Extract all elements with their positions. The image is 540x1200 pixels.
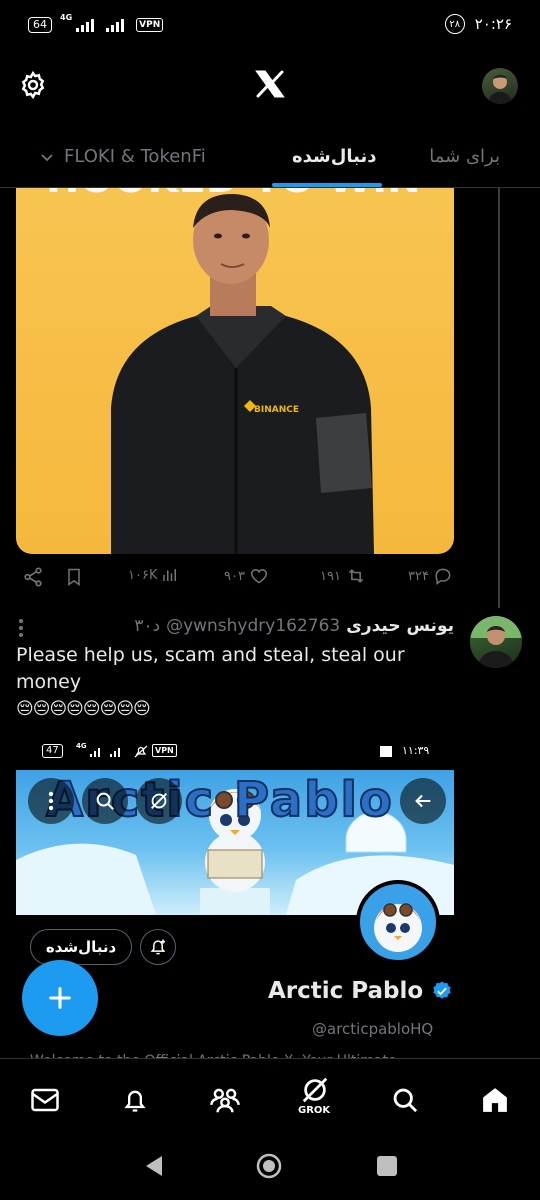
notifications-icon[interactable] bbox=[118, 1083, 152, 1117]
signal-icon bbox=[76, 19, 95, 32]
tweet-actions: ۱۰۶K ۹۰۳ ۱۹۱ ۳۲۴ bbox=[22, 566, 462, 590]
tab-following[interactable]: دنبال‌شده bbox=[292, 146, 376, 167]
author-handle[interactable]: @ywnshydry162763 bbox=[166, 616, 340, 636]
signal-icon-2 bbox=[106, 19, 125, 32]
system-navigation-bar bbox=[0, 1140, 540, 1200]
clock: ۲۰:۲۶ bbox=[474, 15, 512, 33]
status-bar-right: ۲۸ ۲۰:۲۶ bbox=[444, 14, 512, 34]
replies-count: ۳۲۴ bbox=[408, 568, 429, 584]
embedded-time: ۱۱:۳۹ bbox=[402, 744, 430, 757]
reposts-count: ۱۹۱ bbox=[320, 568, 341, 584]
views-count: ۱۰۶K bbox=[128, 567, 158, 583]
tweet-time: ۳۰د bbox=[134, 616, 161, 636]
embedded-profile-name-row: Arctic Pablo bbox=[268, 978, 453, 1004]
views-button[interactable]: ۱۰۶K bbox=[128, 566, 179, 584]
verified-badge-icon bbox=[433, 981, 451, 999]
embedded-square-icon bbox=[380, 746, 392, 757]
tweet-header: یونس حیدری @ywnshydry162763 ۳۰د bbox=[134, 616, 454, 636]
author-name[interactable]: یونس حیدری bbox=[346, 616, 454, 636]
chevron-down-icon[interactable] bbox=[40, 153, 54, 163]
tweet-body: Please help us, scam and steal, steal ou… bbox=[16, 642, 456, 723]
tab-for-you[interactable]: برای شما bbox=[429, 146, 500, 167]
likes-count: ۹۰۳ bbox=[224, 568, 245, 584]
bottom-navigation bbox=[0, 1058, 540, 1140]
recents-square-icon[interactable] bbox=[376, 1155, 398, 1177]
bookmark-icon[interactable] bbox=[64, 566, 84, 588]
compose-post-button[interactable] bbox=[22, 960, 98, 1036]
thread-line bbox=[498, 188, 500, 608]
profile-avatar[interactable] bbox=[482, 68, 518, 104]
repost-icon bbox=[348, 569, 364, 583]
plus-icon bbox=[49, 987, 71, 1009]
tab-community-floki[interactable]: FLOKI & TokenFi bbox=[64, 146, 206, 167]
home-circle-icon[interactable] bbox=[255, 1152, 283, 1180]
timeline-tabs: برای شما دنبال‌شده FLOKI & TokenFi bbox=[0, 128, 540, 188]
status-bar-left: 64 4G VPN bbox=[28, 13, 164, 36]
grok-label: GROK bbox=[298, 1105, 331, 1116]
embedded-vpn: VPN bbox=[152, 744, 177, 757]
back-triangle-icon[interactable] bbox=[142, 1154, 164, 1178]
x-logo-icon[interactable] bbox=[254, 68, 286, 100]
vpn-badge: VPN bbox=[136, 18, 164, 32]
embedded-mute-icon bbox=[134, 745, 148, 758]
embedded-battery: 47 bbox=[42, 744, 63, 758]
share-icon[interactable] bbox=[22, 566, 44, 588]
battery-indicator: 64 bbox=[28, 17, 52, 33]
embedded-profile-name: Arctic Pablo bbox=[268, 978, 424, 1004]
following-button[interactable]: دنبال‌شده bbox=[30, 929, 132, 965]
search-icon[interactable] bbox=[388, 1083, 422, 1117]
network-type: 4G bbox=[60, 13, 73, 22]
like-button[interactable]: ۹۰۳ bbox=[224, 566, 269, 586]
tweet-emojis: 😔😔😔😔😔😔😔😔 bbox=[16, 699, 151, 719]
repost-button[interactable]: ۱۹۱ bbox=[320, 566, 367, 586]
messages-icon[interactable] bbox=[28, 1083, 62, 1117]
embedded-bio-peek: Welcome to the Official Arctic Pablo X. … bbox=[30, 1050, 450, 1058]
notification-bell-icon[interactable] bbox=[140, 929, 176, 965]
reply-icon bbox=[435, 568, 451, 585]
embedded-more-icon[interactable] bbox=[28, 778, 74, 824]
grok-icon[interactable] bbox=[298, 1073, 332, 1107]
embedded-search-icon[interactable] bbox=[82, 778, 128, 824]
notification-count: ۲۸ bbox=[444, 14, 465, 34]
embedded-profile-avatar[interactable] bbox=[356, 880, 440, 964]
active-tab-indicator bbox=[272, 183, 382, 187]
home-icon[interactable] bbox=[478, 1083, 512, 1117]
embedded-grok-icon[interactable] bbox=[136, 778, 182, 824]
tweet-author-avatar[interactable] bbox=[470, 616, 522, 668]
views-icon bbox=[163, 569, 177, 581]
reply-button[interactable]: ۳۲۴ bbox=[408, 566, 453, 586]
tweet-text: Please help us, scam and steal, steal ou… bbox=[16, 644, 405, 693]
heart-icon bbox=[250, 568, 267, 584]
tweet-image[interactable]: HOOKED TO WIN BINANCE bbox=[16, 188, 454, 554]
embedded-network: 4G bbox=[76, 742, 87, 750]
more-options-icon[interactable] bbox=[18, 618, 24, 638]
embedded-profile-handle: @arcticpabloHQ bbox=[312, 1020, 434, 1038]
communities-icon[interactable] bbox=[208, 1083, 242, 1117]
settings-gear-icon[interactable] bbox=[18, 70, 48, 100]
brand-label: BINANCE bbox=[254, 405, 299, 415]
embedded-back-arrow-icon[interactable] bbox=[400, 778, 446, 824]
embedded-signal-icon bbox=[90, 748, 120, 757]
embedded-status-bar: 47 4G VPN ۱۱:۳۹ bbox=[38, 742, 438, 760]
